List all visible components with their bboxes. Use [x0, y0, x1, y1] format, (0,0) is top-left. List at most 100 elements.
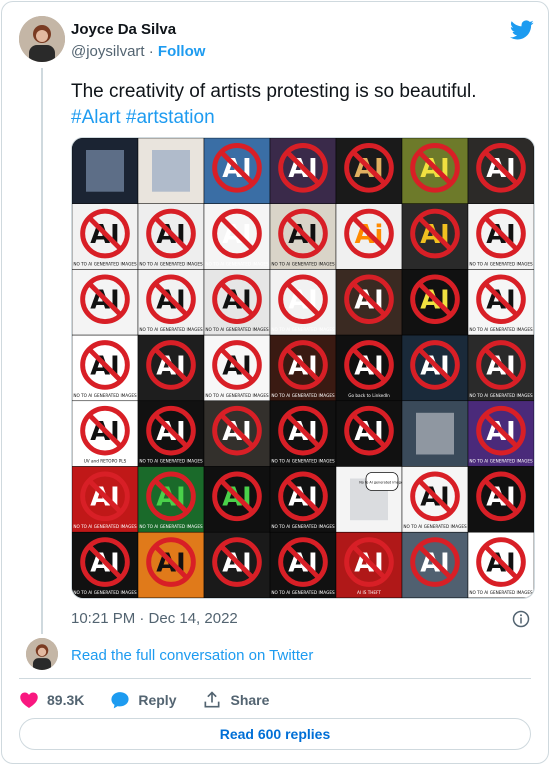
- collage-tile: AINO TO AI GENERATED IMAGES: [467, 203, 534, 270]
- collage-caption: NO TO AI GENERATED IMAGES: [271, 261, 335, 266]
- reply-label: Reply: [138, 692, 177, 708]
- embedded-tweet-card: Joyce Da Silva @joysilvart · Follow The …: [1, 1, 549, 764]
- tweet-media[interactable]: AIAIAIAIAIAINO TO AI GENERATED IMAGESAIN…: [71, 137, 535, 599]
- author-handle-row: @joysilvart · Follow: [71, 43, 205, 60]
- collage-tile: AINO TO AI GENERATED IMAGES: [401, 466, 469, 533]
- collage-caption: NO TO AI GENERATED IMAGES: [271, 590, 335, 595]
- collage-tile: AI: [203, 531, 271, 598]
- collage-tile: Ai: [335, 203, 403, 270]
- collage-tile: AINO TO AI GENERATED IMAGES: [269, 334, 337, 402]
- collage-caption: NO TO AI GENERATED IMAGES: [469, 393, 533, 398]
- author-handle[interactable]: @joysilvart: [71, 43, 145, 60]
- tweet-body: The creativity of artists protesting is …: [71, 81, 477, 102]
- collage-caption: NO TO AI GENERATED IMAGES: [469, 261, 533, 266]
- collage-caption: NO TO AI GENERATED IMAGES: [271, 459, 335, 464]
- thread-line: [41, 68, 43, 634]
- collage-tile: AINO TO AI GENERATED IMAGES: [72, 203, 139, 270]
- collage-tile: AIGo back to LinkedIn: [335, 334, 403, 402]
- collage-tile: AINO TO AI GENERATED IMAGES: [269, 400, 337, 467]
- collage-caption: NO TO AI GENERATED IMAGES: [139, 459, 203, 464]
- author-avatar[interactable]: [19, 16, 65, 62]
- collage-caption: AI IS THEFT: [357, 590, 381, 595]
- collage-tile: AIUV and RETOPO PLS: [72, 400, 139, 467]
- collage-tile: AI: [137, 531, 205, 598]
- share-button[interactable]: Share: [202, 690, 269, 710]
- collage-tile: AINO TO AI GENERATED IMAGES: [137, 203, 205, 270]
- collage-tile: AINO TO AI GENERATED IMAGES: [203, 269, 271, 336]
- collage-caption: NO TO AI GENERATED IMAGES: [205, 261, 269, 266]
- collage-tile: AI: [401, 531, 469, 598]
- collage-caption: NO TO AI GENERATED IMAGES: [139, 524, 203, 529]
- collage-tile: AINO TO AI GENERATED IMAGES: [269, 269, 337, 336]
- collage-tile: AINO TO AI GENERATED IMAGES: [137, 269, 205, 336]
- like-button[interactable]: 89.3K: [19, 690, 84, 710]
- collage-tile: AI: [335, 400, 403, 467]
- collage-tile: No to AI generated images: [335, 466, 405, 533]
- collage-tile: AI: [401, 334, 469, 402]
- collage-tile: AI: [203, 138, 271, 204]
- collage-caption: NO TO AI GENERATED IMAGES: [139, 327, 203, 332]
- collage-tile: [72, 138, 139, 204]
- twitter-bird-icon[interactable]: [510, 18, 534, 42]
- collage-tile: AINO TO AI GENERATED IMAGES: [72, 334, 139, 402]
- collage-tile: AINO TO AI GENERATED IMAGES: [467, 531, 534, 598]
- reply-button[interactable]: Reply: [110, 690, 176, 710]
- share-icon: [204, 691, 220, 708]
- collage-caption: Go back to LinkedIn: [348, 393, 390, 398]
- collage-caption: NO TO AI GENERATED IMAGES: [205, 393, 269, 398]
- collage-tile: AI: [137, 334, 205, 402]
- read-replies-button[interactable]: Read 600 replies: [19, 718, 531, 750]
- divider: [19, 678, 531, 679]
- info-icon[interactable]: [512, 610, 530, 628]
- collage-tile: AINO TO AI GENERATED IMAGES: [269, 203, 337, 270]
- collage-tile: AI: [401, 269, 469, 336]
- collage-tile: AI: [269, 138, 337, 204]
- like-count: 89.3K: [47, 692, 85, 708]
- share-label: Share: [230, 692, 270, 708]
- collage-caption: NO TO AI GENERATED IMAGES: [271, 327, 335, 332]
- collage-tile: AINO TO AI GENERATED IMAGES: [467, 269, 534, 336]
- collage-tile: AINO TO AI GENERATED IMAGES: [137, 400, 205, 467]
- collage-tile: AINO TO AI GENERATED IMAGES: [72, 531, 139, 598]
- collage-caption: NO TO AI GENERATED IMAGES: [469, 590, 533, 595]
- ai-protest-collage: AIAIAIAIAIAINO TO AI GENERATED IMAGESAIN…: [72, 138, 534, 598]
- collage-tile: AI: [203, 466, 271, 533]
- collage-tile: AI: [335, 138, 403, 204]
- collage-tile: AI: [467, 466, 534, 533]
- collage-tile: AINO TO AI GENERATED IMAGES: [72, 466, 139, 533]
- reply-bubble-icon: [111, 692, 129, 709]
- collage-caption: NO TO AI GENERATED IMAGES: [469, 327, 533, 332]
- author-avatar-small[interactable]: [26, 638, 58, 670]
- collage-tile: AIAI IS THEFT: [335, 531, 403, 598]
- collage-caption: NO TO AI GENERATED IMAGES: [271, 524, 335, 529]
- collage-tile: AI: [335, 269, 403, 336]
- collage-caption: NO TO AI GENERATED IMAGES: [73, 590, 137, 595]
- collage-caption: NO TO AI GENERATED IMAGES: [469, 459, 533, 464]
- collage-caption: NO TO AI GENERATED IMAGES: [73, 524, 137, 529]
- collage-caption: NO TO AI GENERATED IMAGES: [205, 327, 269, 332]
- collage-tile: [401, 400, 469, 467]
- tweet-timestamp[interactable]: 10:21 PM · Dec 14, 2022: [71, 610, 238, 627]
- heart-icon: [20, 692, 38, 708]
- author-display-name[interactable]: Joyce Da Silva: [71, 21, 176, 38]
- collage-tile: AINO TO AI GENERATED IMAGES: [467, 334, 534, 402]
- collage-caption: NO TO AI GENERATED IMAGES: [271, 393, 335, 398]
- collage-tile: [137, 138, 205, 204]
- collage-tile: AINO TO AI GENERATED IMAGES: [467, 400, 534, 467]
- separator: ·: [144, 43, 158, 60]
- collage-tile: AINO TO AI GENERATED IMAGES: [203, 203, 271, 270]
- collage-tile: AINO TO AI GENERATED IMAGES: [137, 466, 205, 533]
- tweet-text: The creativity of artists protesting is …: [71, 79, 531, 131]
- follow-link[interactable]: Follow: [158, 43, 206, 60]
- collage-tile: AINO TO AI GENERATED IMAGES: [269, 466, 337, 533]
- collage-caption: NO TO AI GENERATED IMAGES: [139, 261, 203, 266]
- hashtag-artstation[interactable]: #artstation: [126, 107, 215, 128]
- collage-caption: UV and RETOPO PLS: [84, 459, 127, 464]
- collage-caption: NO TO AI GENERATED IMAGES: [73, 393, 137, 398]
- collage-tile: AI: [401, 138, 469, 204]
- hashtag-alart[interactable]: #Alart: [71, 107, 121, 128]
- collage-tile: AINO TO AI GENERATED IMAGES: [203, 334, 271, 402]
- collage-tile: AI: [401, 203, 469, 270]
- collage-caption: NO TO AI GENERATED IMAGES: [73, 261, 137, 266]
- read-conversation-link[interactable]: Read the full conversation on Twitter: [71, 647, 313, 664]
